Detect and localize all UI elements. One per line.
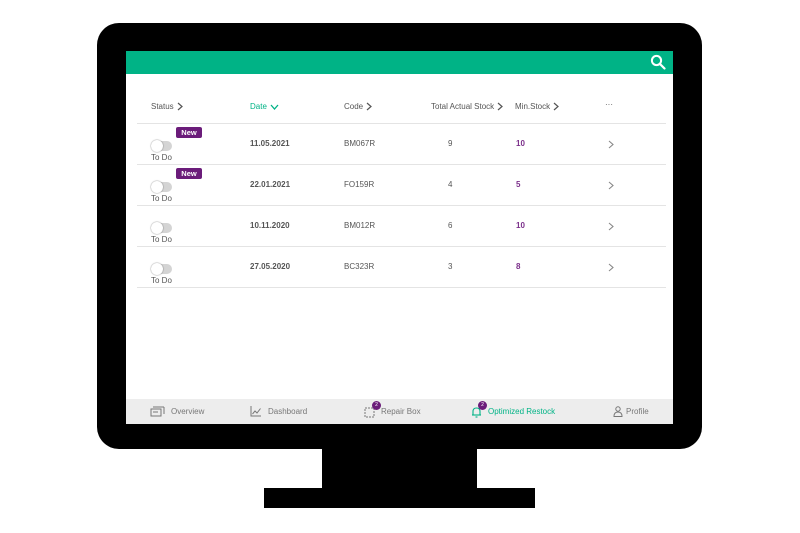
column-header-code[interactable]: Code [344,102,373,111]
status-toggle[interactable] [151,181,172,193]
nav-item-optimized-restock[interactable]: 2 Optimized Restock [471,399,555,424]
nav-item-overview[interactable]: Overview [150,399,204,424]
nav-item-repair-box[interactable]: 2 Repair Box [364,399,421,424]
column-header-status[interactable]: Status [151,102,183,111]
chevron-right-icon [177,102,183,111]
date-cell: 11.05.2021 [250,139,290,148]
table-row[interactable]: New To Do 11.05.2021 BM067R 9 10 [137,124,666,165]
total-stock-cell: 6 [448,221,453,230]
status-toggle[interactable] [151,263,172,275]
code-cell: FO159R [344,180,375,189]
status-label: To Do [151,235,172,244]
column-header-min-stock[interactable]: Min.Stock [515,102,560,111]
total-stock-cell: 4 [448,180,453,189]
toggle-knob [151,140,163,152]
column-header-total-actual-stock[interactable]: Total Actual Stock [431,102,504,111]
toggle-knob [151,181,163,193]
status-label: To Do [151,276,172,285]
chevron-right-icon[interactable] [608,263,614,272]
toggle-knob [151,222,163,234]
code-cell: BM067R [344,139,376,148]
status-label: To Do [151,153,172,162]
column-label: Code [344,102,364,111]
total-stock-cell: 9 [448,139,453,148]
column-label: Total Actual Stock [431,102,495,111]
nav-label: Dashboard [268,407,308,416]
chart-icon [250,406,261,417]
chevron-right-icon [497,102,504,111]
min-stock-cell: 10 [516,139,525,148]
chevron-down-icon [270,104,279,110]
column-label: Status [151,102,174,111]
table-row[interactable]: To Do 10.11.2020 BM012R 6 10 [137,206,666,247]
chevron-right-icon[interactable] [608,140,614,149]
monitor-neck [322,446,477,490]
chevron-right-icon [366,102,373,111]
notification-badge: 2 [372,401,381,410]
code-cell: BM012R [344,221,376,230]
new-badge: New [176,127,202,138]
column-header-date[interactable]: Date [250,102,279,111]
status-label: To Do [151,194,172,203]
column-label: Min.Stock [515,102,551,111]
table-row[interactable]: To Do 27.05.2020 BC323R 3 8 [137,247,666,288]
bottom-nav: Overview Dashboard 2 Repair Box 2 Optimi… [126,399,673,424]
column-label: Date [250,102,267,111]
app-header [126,51,673,74]
date-cell: 27.05.2020 [250,262,291,271]
table-row[interactable]: New To Do 22.01.2021 FO159R 4 5 [137,165,666,206]
overview-icon [150,406,165,417]
nav-label: Overview [171,407,205,416]
user-icon [613,406,623,417]
new-badge: New [176,168,202,179]
notification-badge: 2 [478,401,487,410]
min-stock-cell: 8 [516,262,521,271]
nav-item-dashboard[interactable]: Dashboard [250,399,307,424]
min-stock-cell: 5 [516,180,521,189]
more-icon[interactable]: ··· [605,100,613,109]
monitor-foot [264,488,535,508]
chevron-right-icon [553,102,560,111]
toggle-knob [151,263,163,275]
min-stock-cell: 10 [516,221,525,230]
app-screen: Status Date Code Total Actual Stock Min.… [126,51,673,424]
restock-table: Status Date Code Total Actual Stock Min.… [137,96,666,288]
table-header: Status Date Code Total Actual Stock Min.… [137,96,666,124]
code-cell: BC323R [344,262,375,271]
chevron-right-icon[interactable] [608,222,614,231]
chevron-right-icon[interactable] [608,181,614,190]
date-cell: 10.11.2020 [250,221,290,230]
nav-label: Profile [626,407,649,416]
status-toggle[interactable] [151,222,172,234]
nav-label: Repair Box [381,407,421,416]
nav-item-profile[interactable]: Profile [613,399,649,424]
search-icon[interactable] [650,54,666,70]
nav-label: Optimized Restock [488,407,556,416]
date-cell: 22.01.2021 [250,180,291,189]
status-toggle[interactable] [151,140,172,152]
total-stock-cell: 3 [448,262,453,271]
column-label: ··· [605,100,613,109]
